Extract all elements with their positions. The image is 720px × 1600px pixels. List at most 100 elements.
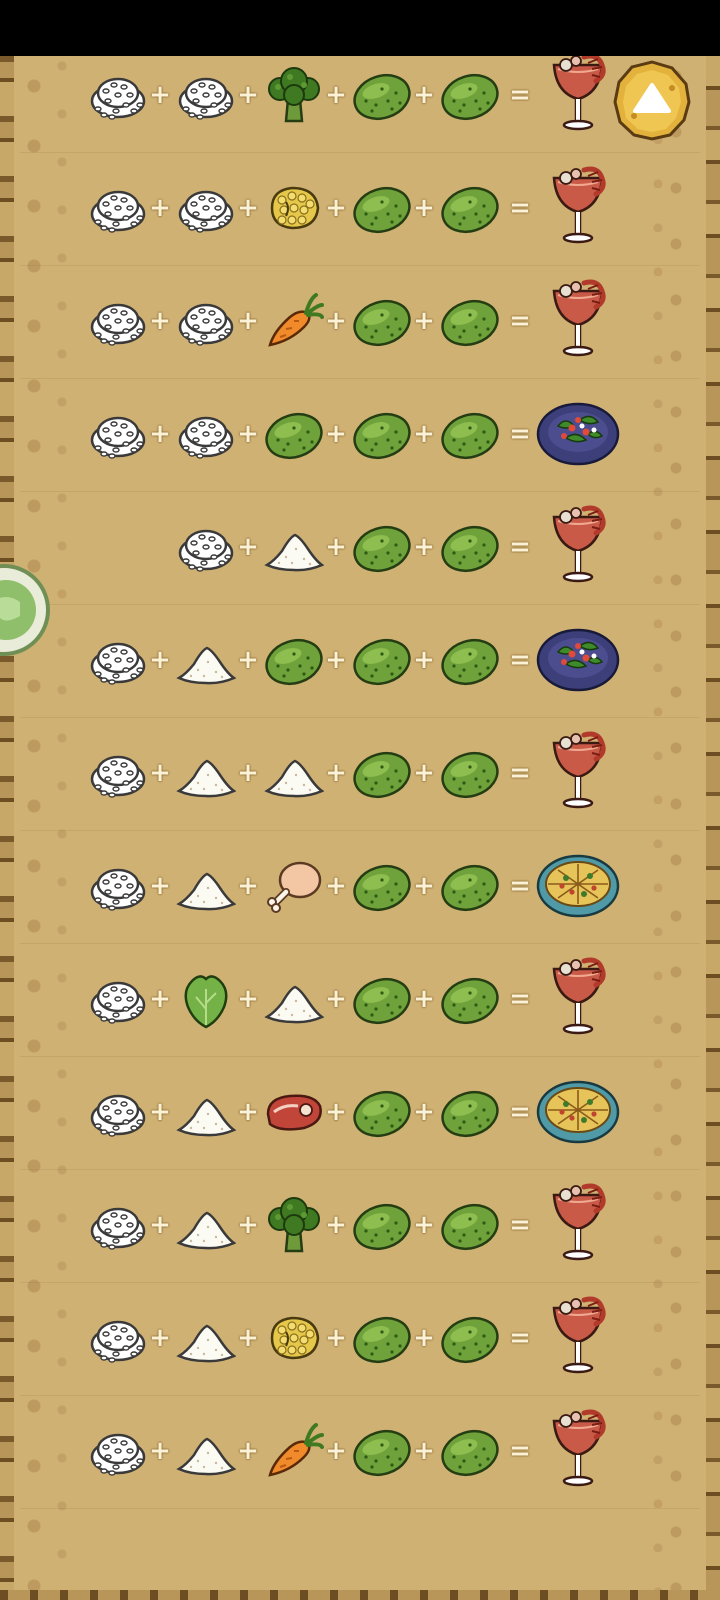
cucumber-icon[interactable]: [440, 969, 500, 1029]
flour-icon[interactable]: [176, 630, 236, 690]
flour-icon[interactable]: [176, 856, 236, 916]
rice-icon[interactable]: [176, 178, 236, 238]
corn-icon[interactable]: [264, 178, 324, 238]
recipe-row[interactable]: + + + + =: [0, 717, 720, 831]
cucumber-icon[interactable]: [440, 517, 500, 577]
side-drawer-tab[interactable]: [0, 562, 52, 658]
recipe-row[interactable]: + + + =: [0, 491, 720, 605]
rice-icon[interactable]: [88, 291, 148, 351]
rice-icon[interactable]: [88, 65, 148, 125]
cucumber-icon[interactable]: [352, 856, 412, 916]
flour-icon[interactable]: [176, 1195, 236, 1255]
cucumber-icon[interactable]: [352, 630, 412, 690]
cucumber-icon[interactable]: [352, 517, 412, 577]
plus-sign: +: [325, 758, 347, 788]
rice-icon[interactable]: [176, 517, 236, 577]
rice-icon[interactable]: [176, 291, 236, 351]
rice-icon[interactable]: [88, 1421, 148, 1481]
flour-icon[interactable]: [176, 1308, 236, 1368]
recipe-book-panel[interactable]: + + + + = + + + + = + + + + = + + + + = + + + = + + + + = + + + + = + + + + = +…: [0, 56, 720, 1600]
recipe-row[interactable]: + + + + =: [0, 1056, 720, 1170]
cucumber-icon[interactable]: [352, 1421, 412, 1481]
equals-sign: =: [509, 1323, 531, 1353]
seafood-cocktail-icon[interactable]: [536, 1294, 620, 1378]
lettuce-icon[interactable]: [176, 969, 236, 1029]
seafood-cocktail-icon[interactable]: [536, 1407, 620, 1491]
flour-icon[interactable]: [176, 743, 236, 803]
seafood-cocktail-icon[interactable]: [536, 729, 620, 813]
cucumber-icon[interactable]: [352, 178, 412, 238]
scroll-up-button[interactable]: [612, 58, 692, 142]
flour-icon[interactable]: [264, 969, 324, 1029]
pizza-plate-icon[interactable]: [536, 842, 620, 926]
recipe-row[interactable]: + + + + =: [0, 1395, 720, 1509]
cucumber-icon[interactable]: [352, 65, 412, 125]
flour-icon[interactable]: [176, 1082, 236, 1142]
flour-icon[interactable]: [176, 1421, 236, 1481]
salad-plate-icon[interactable]: [536, 616, 620, 700]
cucumber-icon[interactable]: [440, 1082, 500, 1142]
cucumber-icon[interactable]: [264, 630, 324, 690]
cucumber-icon[interactable]: [352, 969, 412, 1029]
recipe-row[interactable]: + + + + =: [0, 830, 720, 944]
cucumber-icon[interactable]: [352, 404, 412, 464]
broccoli-icon[interactable]: [264, 1195, 324, 1255]
flour-icon[interactable]: [264, 743, 324, 803]
cucumber-icon[interactable]: [440, 630, 500, 690]
plus-sign: +: [413, 419, 435, 449]
rice-icon[interactable]: [88, 404, 148, 464]
rice-icon[interactable]: [88, 630, 148, 690]
recipe-row[interactable]: + + + + =: [0, 152, 720, 266]
carrot-icon[interactable]: [264, 291, 324, 351]
salad-plate-icon[interactable]: [536, 390, 620, 474]
rice-icon[interactable]: [88, 1082, 148, 1142]
cucumber-icon[interactable]: [440, 404, 500, 464]
seafood-cocktail-icon[interactable]: [536, 277, 620, 361]
cucumber-icon[interactable]: [352, 1308, 412, 1368]
cucumber-icon[interactable]: [440, 743, 500, 803]
rice-icon[interactable]: [88, 1308, 148, 1368]
plus-sign: +: [149, 1097, 171, 1127]
seafood-cocktail-icon[interactable]: [536, 164, 620, 248]
rice-icon[interactable]: [176, 65, 236, 125]
rice-icon[interactable]: [88, 743, 148, 803]
cucumber-icon[interactable]: [440, 1195, 500, 1255]
rice-icon[interactable]: [88, 969, 148, 1029]
recipe-row[interactable]: + + + + =: [0, 943, 720, 1057]
bottom-border: [0, 1590, 720, 1600]
seafood-cocktail-icon[interactable]: [536, 955, 620, 1039]
broccoli-icon[interactable]: [264, 65, 324, 125]
seafood-cocktail-icon[interactable]: [536, 503, 620, 587]
pizza-plate-icon[interactable]: [536, 1068, 620, 1152]
cucumber-icon[interactable]: [352, 1195, 412, 1255]
cucumber-icon[interactable]: [440, 1308, 500, 1368]
carrot-icon[interactable]: [264, 1421, 324, 1481]
seafood-cocktail-icon[interactable]: [536, 1181, 620, 1265]
rice-icon[interactable]: [176, 404, 236, 464]
drumstick-icon[interactable]: [264, 856, 324, 916]
recipe-row[interactable]: + + + + =: [0, 265, 720, 379]
flour-icon[interactable]: [264, 517, 324, 577]
cucumber-icon[interactable]: [440, 1421, 500, 1481]
seafood-cocktail-icon[interactable]: [536, 56, 620, 135]
plus-sign: +: [413, 532, 435, 562]
plus-sign: +: [237, 80, 259, 110]
rice-icon[interactable]: [88, 856, 148, 916]
rice-icon[interactable]: [88, 1195, 148, 1255]
cucumber-icon[interactable]: [264, 404, 324, 464]
plus-sign: +: [237, 532, 259, 562]
cucumber-icon[interactable]: [440, 65, 500, 125]
steak-icon[interactable]: [264, 1082, 324, 1142]
cucumber-icon[interactable]: [352, 1082, 412, 1142]
recipe-row[interactable]: + + + + =: [0, 1169, 720, 1283]
recipe-row[interactable]: + + + + =: [0, 604, 720, 718]
recipe-row[interactable]: + + + + =: [0, 1282, 720, 1396]
cucumber-icon[interactable]: [352, 291, 412, 351]
cucumber-icon[interactable]: [440, 291, 500, 351]
cucumber-icon[interactable]: [440, 178, 500, 238]
cucumber-icon[interactable]: [352, 743, 412, 803]
recipe-row[interactable]: + + + + =: [0, 378, 720, 492]
rice-icon[interactable]: [88, 178, 148, 238]
corn-icon[interactable]: [264, 1308, 324, 1368]
cucumber-icon[interactable]: [440, 856, 500, 916]
